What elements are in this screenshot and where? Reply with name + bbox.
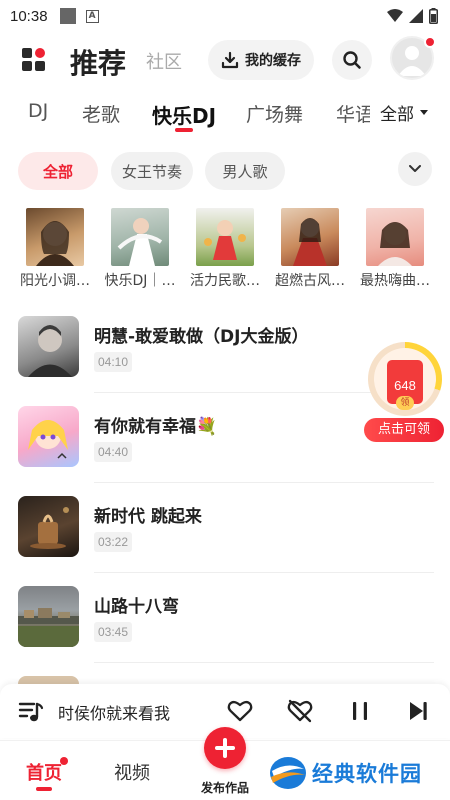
accessibility-icon: A bbox=[85, 9, 99, 23]
watermark-logo bbox=[268, 755, 308, 791]
skip-next-icon bbox=[410, 702, 427, 720]
nav-home[interactable]: 首页 bbox=[26, 759, 62, 785]
my-cache-button[interactable]: 我的缓存 bbox=[208, 40, 314, 80]
next-track-button[interactable] bbox=[404, 697, 432, 725]
caret-down-icon bbox=[420, 109, 428, 115]
status-bar: 10:38 A bbox=[0, 0, 450, 32]
search-button[interactable] bbox=[332, 40, 372, 80]
playlist-title: 快乐DJ｜… bbox=[104, 273, 176, 289]
all-categories-label: 全部 bbox=[380, 104, 414, 125]
apps-menu-icon[interactable] bbox=[22, 48, 46, 72]
song-title: 有你就有幸福💐 bbox=[94, 417, 218, 437]
all-categories-dropdown[interactable]: 全部 bbox=[370, 92, 450, 132]
playlist-cover bbox=[196, 208, 254, 266]
expand-chips-button[interactable] bbox=[398, 152, 432, 186]
chip-man-songs[interactable]: 男人歌 bbox=[205, 152, 285, 190]
red-packet-amount: 648 bbox=[394, 378, 416, 393]
red-packet-widget[interactable]: 648 领 点击可领 bbox=[364, 342, 444, 442]
status-time: 10:38 bbox=[10, 7, 48, 25]
playlist-cover bbox=[366, 208, 424, 266]
song-row[interactable]: 山路十八弯 03:45 bbox=[0, 586, 450, 676]
battery-icon bbox=[429, 8, 438, 24]
playlist-card[interactable]: 阳光小调… bbox=[12, 208, 98, 290]
wifi-icon bbox=[387, 9, 403, 22]
category-tabs: DJ 老歌 快乐DJ 广场舞 华语 全部 bbox=[0, 92, 450, 136]
song-row[interactable]: 新时代 跳起来 03:22 bbox=[0, 496, 450, 586]
song-cover bbox=[18, 406, 79, 467]
red-packet-coin: 领 bbox=[396, 396, 414, 410]
song-cover bbox=[18, 316, 79, 377]
song-title: 山路十八弯 bbox=[94, 597, 179, 617]
playlist-title: 阳光小调… bbox=[20, 273, 90, 289]
playlist-card[interactable]: 活力民歌… bbox=[182, 208, 268, 290]
playlist-title: 活力民歌… bbox=[190, 273, 260, 289]
chevron-down-icon bbox=[409, 165, 421, 172]
filter-chips: 全部 女王节奏 男人歌 bbox=[0, 150, 450, 192]
pause-button[interactable] bbox=[346, 697, 374, 725]
category-tab-square-dance[interactable]: 广场舞 bbox=[246, 100, 303, 127]
dislike-button[interactable] bbox=[286, 697, 314, 725]
claim-reward-button[interactable]: 点击可领 bbox=[364, 418, 444, 442]
playlist-card[interactable]: 最热嗨曲… bbox=[352, 208, 438, 290]
chip-all[interactable]: 全部 bbox=[18, 152, 98, 190]
playlist-cover bbox=[111, 208, 169, 266]
signal-icon bbox=[409, 9, 423, 23]
heart-icon bbox=[227, 700, 253, 722]
category-tab-mandarin[interactable]: 华语 bbox=[336, 100, 374, 127]
search-icon bbox=[343, 51, 361, 69]
plus-icon[interactable] bbox=[204, 727, 246, 769]
like-button[interactable] bbox=[226, 697, 254, 725]
nav-video[interactable]: 视频 bbox=[114, 759, 150, 785]
nav-publish[interactable]: 发布作品 bbox=[182, 727, 268, 800]
song-duration: 04:10 bbox=[94, 352, 133, 372]
divider bbox=[94, 572, 434, 573]
status-indicators bbox=[387, 8, 438, 24]
category-tab-oldies[interactable]: 老歌 bbox=[82, 100, 120, 127]
song-title: 新时代 跳起来 bbox=[94, 507, 202, 527]
home-notification-dot bbox=[60, 757, 68, 765]
category-tab-dj[interactable]: DJ bbox=[28, 100, 48, 122]
playlist-title: 最热嗨曲… bbox=[360, 273, 430, 289]
playlist-queue-icon[interactable] bbox=[18, 698, 44, 724]
divider bbox=[94, 662, 434, 663]
now-playing-text[interactable]: 时侯你就来看我 bbox=[58, 700, 190, 724]
song-duration: 04:40 bbox=[94, 442, 133, 462]
tab-recommend[interactable]: 推荐 bbox=[70, 42, 126, 82]
song-title: 明慧-敢爱敢做（DJ大金版） bbox=[94, 327, 309, 347]
category-tab-happy-dj[interactable]: 快乐DJ bbox=[152, 100, 216, 129]
top-header: 推荐 社区 我的缓存 bbox=[0, 36, 450, 84]
song-duration: 03:22 bbox=[94, 532, 133, 552]
bottom-navigation: 首页 视频 发布作品 经典软件园 bbox=[0, 727, 450, 800]
playlist-card[interactable]: 超燃古风… bbox=[267, 208, 353, 290]
playlist-row: 阳光小调… 快乐DJ｜… 活力民歌… 超燃古风… 最热嗨曲… bbox=[0, 208, 450, 294]
divider bbox=[94, 482, 434, 483]
broken-heart-icon bbox=[287, 699, 313, 723]
playlist-card[interactable]: 快乐DJ｜… bbox=[97, 208, 183, 290]
song-cover bbox=[18, 496, 79, 557]
active-nav-indicator bbox=[36, 787, 52, 791]
pause-icon bbox=[353, 702, 367, 720]
download-icon bbox=[221, 51, 239, 69]
playlist-cover bbox=[26, 208, 84, 266]
playlist-title: 超燃古风… bbox=[275, 273, 345, 289]
watermark: 经典软件园 bbox=[268, 751, 450, 795]
publish-label: 发布作品 bbox=[200, 781, 249, 795]
my-cache-label: 我的缓存 bbox=[245, 53, 301, 69]
song-duration: 03:45 bbox=[94, 622, 133, 642]
avatar-notification-dot bbox=[424, 36, 436, 48]
notification-icon bbox=[59, 8, 76, 24]
playlist-cover bbox=[281, 208, 339, 266]
chip-queen-rhythm[interactable]: 女王节奏 bbox=[111, 152, 193, 190]
active-tab-indicator bbox=[175, 128, 193, 132]
song-cover bbox=[18, 586, 79, 647]
watermark-text: 经典软件园 bbox=[312, 762, 422, 786]
tab-community[interactable]: 社区 bbox=[146, 48, 182, 74]
